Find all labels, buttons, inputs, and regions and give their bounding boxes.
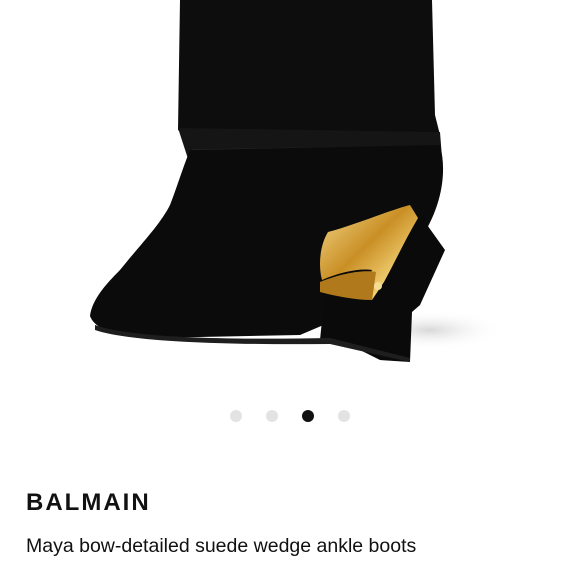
boot-photo	[90, 0, 505, 362]
product-title: Maya bow-detailed suede wedge ankle boot…	[26, 535, 417, 557]
carousel-dot-1[interactable]	[230, 410, 242, 422]
carousel-dot-3-active[interactable]	[302, 410, 314, 422]
product-image[interactable]	[0, 0, 580, 400]
brand-name[interactable]: BALMAIN	[26, 488, 151, 518]
carousel-dot-4[interactable]	[338, 410, 350, 422]
carousel-dots	[0, 409, 580, 423]
carousel-dot-2[interactable]	[266, 410, 278, 422]
